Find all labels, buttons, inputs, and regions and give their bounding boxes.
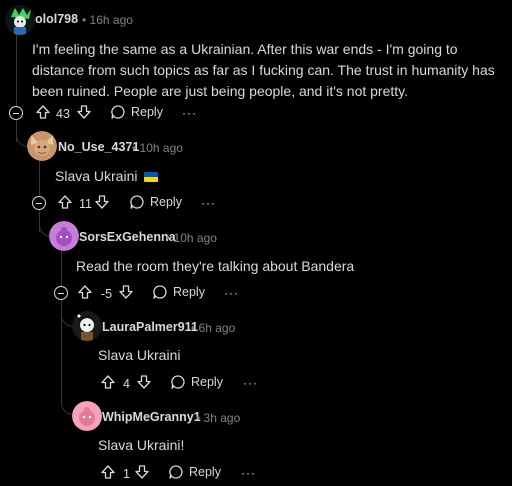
comment-time[interactable]: 10h ago (140, 141, 183, 155)
meta-separator: • (132, 141, 137, 155)
downvote-icon (137, 375, 151, 389)
avatar[interactable] (5, 5, 35, 35)
ukraine-flag-emoji (144, 172, 159, 182)
upvote-icon (58, 195, 72, 209)
reply-button[interactable]: Reply (168, 464, 221, 480)
reply-bubble-icon (130, 195, 144, 209)
upvote-button[interactable] (35, 104, 51, 120)
upvote-icon (36, 105, 50, 119)
comment-body: Slava Ukraini! (98, 437, 185, 453)
comment-body: Slava Ukraini (55, 166, 159, 187)
downvote-button[interactable] (136, 374, 152, 390)
reply-bubble-icon (111, 105, 125, 119)
reply-label: Reply (191, 375, 223, 389)
upvote-button[interactable] (57, 194, 73, 210)
collapse-button[interactable] (9, 106, 23, 120)
upvote-icon (101, 375, 115, 389)
reply-label: Reply (150, 195, 182, 209)
avatar[interactable] (49, 221, 79, 251)
comment-username[interactable]: No_Use_4371 (58, 140, 139, 154)
downvote-button[interactable] (134, 464, 150, 480)
reply-bubble-icon (171, 375, 185, 389)
avatar[interactable] (27, 131, 57, 161)
thread-line-root (16, 30, 17, 106)
vote-score: -5 (101, 287, 113, 301)
comment-time[interactable]: 3h ago (204, 411, 241, 425)
comment-username[interactable]: LauraPalmer911 (102, 320, 198, 334)
meta-separator: • (196, 411, 201, 425)
comment-meta: • 6h ago (191, 321, 235, 335)
downvote-button[interactable] (76, 104, 92, 120)
avatar[interactable] (72, 311, 102, 341)
reply-button[interactable]: Reply (170, 374, 223, 390)
downvote-icon (119, 285, 133, 299)
comment-meta: • 10h ago (166, 231, 217, 245)
meta-separator: • (166, 231, 171, 245)
thread-line-l3 (61, 250, 62, 286)
reply-label: Reply (189, 465, 221, 479)
avatar[interactable] (72, 401, 102, 431)
more-options-button[interactable]: ··· (201, 196, 216, 210)
upvote-button[interactable] (100, 374, 116, 390)
upvote-button[interactable] (100, 464, 116, 480)
reply-bubble-icon (169, 465, 183, 479)
reply-button[interactable]: Reply (129, 194, 182, 210)
downvote-icon (95, 195, 109, 209)
reply-button[interactable]: Reply (152, 284, 205, 300)
comment-username[interactable]: WhipMeGranny1 (102, 410, 201, 424)
comment-body: I'm feeling the same as a Ukrainian. Aft… (32, 41, 495, 99)
more-options-button[interactable]: ··· (182, 106, 197, 120)
more-options-button[interactable]: ··· (241, 466, 256, 480)
comment-body: Read the room they're talking about Band… (76, 258, 355, 274)
downvote-icon (135, 465, 149, 479)
downvote-button[interactable] (94, 194, 110, 210)
reply-label: Reply (173, 285, 205, 299)
comment-username[interactable]: SorsExGehenna (79, 230, 176, 244)
downvote-button[interactable] (118, 284, 134, 300)
more-options-button[interactable]: ··· (243, 376, 258, 390)
comment-time[interactable]: 10h ago (174, 231, 217, 245)
reply-label: Reply (131, 105, 163, 119)
vote-score: 1 (123, 467, 130, 481)
more-options-button[interactable]: ··· (224, 286, 239, 300)
upvote-icon (78, 285, 92, 299)
collapse-button[interactable] (54, 286, 68, 300)
meta-separator: • (191, 321, 196, 335)
comment-body-text: Slava Ukraini (55, 168, 138, 184)
comment-time[interactable]: 6h ago (199, 321, 236, 335)
upvote-button[interactable] (77, 284, 93, 300)
downvote-icon (77, 105, 91, 119)
vote-score: 11 (79, 197, 92, 211)
reply-bubble-icon (153, 285, 167, 299)
comment-meta: • 16h ago (82, 13, 133, 27)
comment-meta: • 3h ago (196, 411, 240, 425)
collapse-button[interactable] (32, 196, 46, 210)
comment-username[interactable]: olol798 (35, 12, 78, 26)
comment-time[interactable]: 16h ago (90, 13, 133, 27)
vote-score: 43 (56, 107, 70, 121)
reply-button[interactable]: Reply (110, 104, 163, 120)
vote-score: 4 (123, 377, 130, 391)
meta-separator: • (82, 13, 87, 27)
comment-meta: • 10h ago (132, 141, 183, 155)
thread-line-l2 (39, 160, 40, 196)
comment-body: Slava Ukraini (98, 347, 181, 363)
upvote-icon (101, 465, 115, 479)
